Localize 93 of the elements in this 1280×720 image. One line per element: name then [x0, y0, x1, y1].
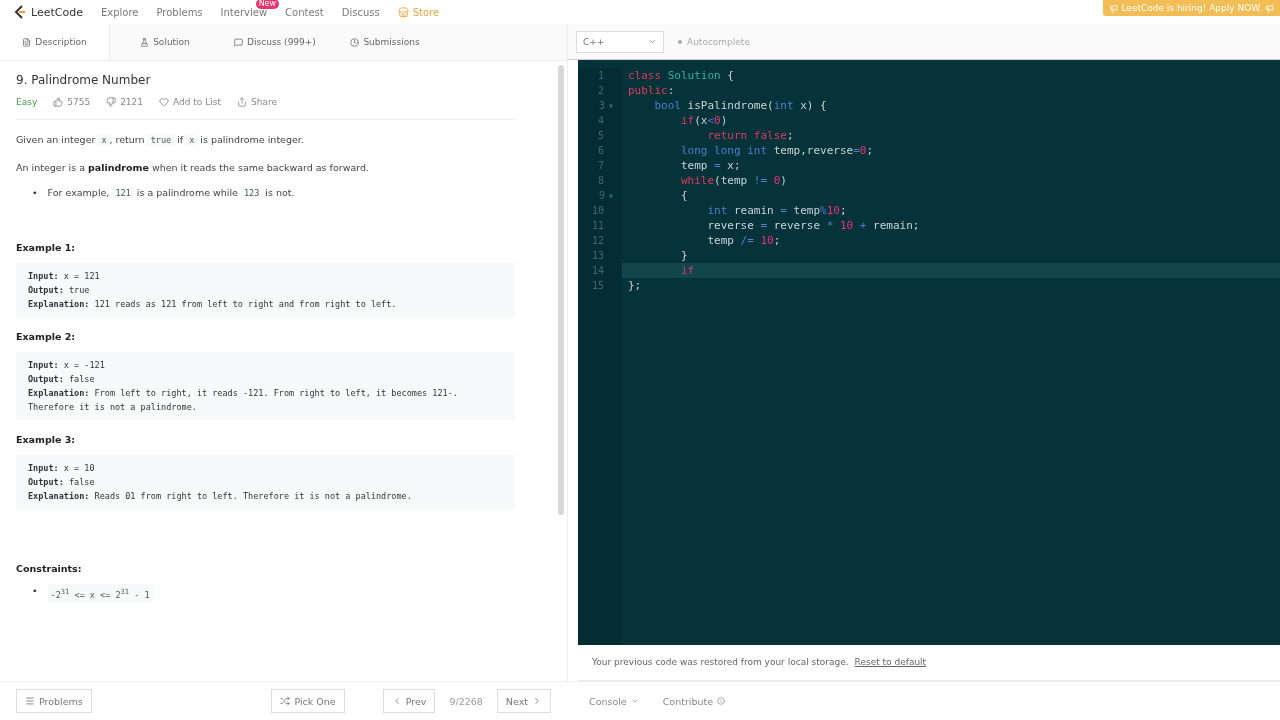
document-icon — [22, 37, 32, 47]
line-number: 4 — [597, 114, 604, 129]
megaphone-icon — [1109, 3, 1119, 13]
add-to-list-button[interactable]: Add to List — [159, 97, 221, 107]
dislike-button[interactable]: 2121 — [106, 97, 144, 107]
bullet-marker: • — [32, 186, 38, 200]
line-number: 10 — [591, 204, 604, 219]
problem-title: 9. Palindrome Number — [16, 73, 152, 87]
next-button[interactable]: Next — [496, 689, 551, 713]
line-number: 5 — [597, 129, 604, 144]
problems-button[interactable]: Problems — [16, 689, 92, 713]
clock-icon — [350, 37, 360, 47]
line-number: 9 — [598, 189, 605, 204]
share-button[interactable]: Share — [236, 97, 277, 107]
fold-toggle[interactable]: ▾ — [607, 98, 614, 114]
code-line: class Solution { — [627, 68, 735, 84]
nav-link[interactable]: Explore — [100, 6, 139, 18]
line-number: 13 — [591, 249, 604, 264]
code-line: long long int temp,reverse=0; — [679, 143, 875, 159]
tab[interactable]: Discuss (999+) — [220, 24, 330, 60]
nav-link[interactable]: Interview — [220, 6, 268, 18]
restore-notice: Your previous code was restored from your local storage. — [592, 657, 849, 668]
chevron-right-icon — [532, 696, 542, 706]
prev-button[interactable]: Prev — [382, 689, 436, 713]
chat-icon — [234, 37, 244, 47]
line-number: 8 — [597, 174, 604, 189]
code-line: temp = x; — [679, 158, 742, 174]
line-number: 7 — [597, 159, 604, 174]
new-badge: New — [255, 0, 280, 9]
code-editor[interactable] — [578, 60, 1280, 645]
constraint-item: -2$^{31}$ <= x <= 2$^{31}$ - 1 — [47, 584, 153, 603]
fold-toggle[interactable]: ▾ — [607, 188, 614, 204]
line-number: 6 — [597, 144, 604, 159]
like-button[interactable]: 5755 — [53, 97, 91, 107]
thumbs-up-icon — [53, 97, 64, 107]
shuffle-icon — [280, 696, 291, 706]
code-line: return false; — [706, 128, 795, 144]
description-paragraph: Given an integer x , return true if x is palindrome integer. — [16, 133, 305, 148]
code-line: { — [679, 188, 689, 204]
code-line: }; — [627, 278, 643, 294]
brand-name: LeetCode — [31, 5, 83, 19]
code-line: if(x<0) — [679, 113, 729, 129]
example-title: Example 3: — [16, 434, 77, 445]
language-select[interactable]: C++ — [576, 30, 664, 53]
line-number: 15 — [591, 279, 604, 294]
line-number: 12 — [591, 234, 604, 249]
difficulty-label: Easy — [16, 97, 38, 107]
example-block: Input: x = 10 Output: false Explanation: Reads 01 from right to left. Therefore it is not a palindrome. — [16, 455, 515, 509]
line-number: 3 — [598, 99, 605, 114]
megaphone-icon — [1265, 3, 1274, 13]
example-block: Input: x = 121 Output: true Explanation: 121 reads as 121 from left to right and from right to left. — [16, 263, 515, 317]
example-title: Example 2: — [16, 331, 77, 342]
logo[interactable]: LeetCode — [14, 5, 83, 19]
code-line: public: — [627, 83, 676, 99]
nav-link[interactable]: Contest — [285, 6, 324, 18]
line-number: 14 — [591, 264, 604, 279]
flask-icon — [140, 37, 150, 47]
menu-icon — [25, 696, 35, 706]
scrollbar[interactable] — [558, 65, 564, 515]
reset-link[interactable]: Reset to default — [854, 657, 927, 668]
nav-link[interactable]: Discuss — [341, 6, 380, 18]
tab[interactable]: Solution — [110, 24, 220, 60]
description-paragraph: An integer is a palindrome when it reads the same backward as forward. — [16, 161, 370, 175]
store-icon — [397, 6, 409, 18]
code-line: int reamin = temp%10; — [706, 203, 848, 219]
tab[interactable]: Submissions — [330, 24, 440, 60]
pick-one-button[interactable]: Pick One — [271, 689, 345, 713]
logo-icon — [14, 5, 26, 19]
constraints-title: Constraints: — [16, 563, 83, 574]
dot-icon — [678, 39, 682, 44]
example-block: Input: x = -121 Output: false Explanation: From left to right, it reads -121. From right to left, it becomes 121-. Therefore it is not a palindrome. — [16, 352, 515, 420]
autocomplete-toggle[interactable]: Autocomplete — [678, 36, 750, 47]
info-icon — [717, 697, 726, 705]
nav-link[interactable]: Problems — [156, 6, 203, 18]
example-title: Example 1: — [16, 242, 77, 253]
code-line: reverse = reverse * 10 + remain; — [706, 218, 921, 234]
bullet-marker: • — [32, 584, 38, 598]
caret-icon — [630, 697, 639, 705]
code-line: temp /= 10; — [706, 233, 782, 249]
code-line: } — [679, 248, 689, 264]
tab[interactable]: Description — [0, 24, 110, 60]
code-line: while(temp != 0) — [679, 173, 788, 189]
example-bullet: For example, 121 is a palindrome while 123 is not. — [47, 186, 295, 200]
heart-icon — [159, 97, 170, 107]
line-number: 1 — [597, 69, 604, 84]
line-number: 2 — [597, 84, 604, 99]
code-line: bool isPalindrome(int x) { — [653, 98, 828, 114]
line-number: 11 — [591, 219, 604, 234]
problem-position: 9/2268 — [448, 695, 484, 707]
share-icon — [236, 97, 247, 107]
contribute-button[interactable]: Contribute — [656, 694, 732, 708]
console-button[interactable]: Console — [583, 694, 645, 708]
thumbs-down-icon — [106, 97, 117, 107]
